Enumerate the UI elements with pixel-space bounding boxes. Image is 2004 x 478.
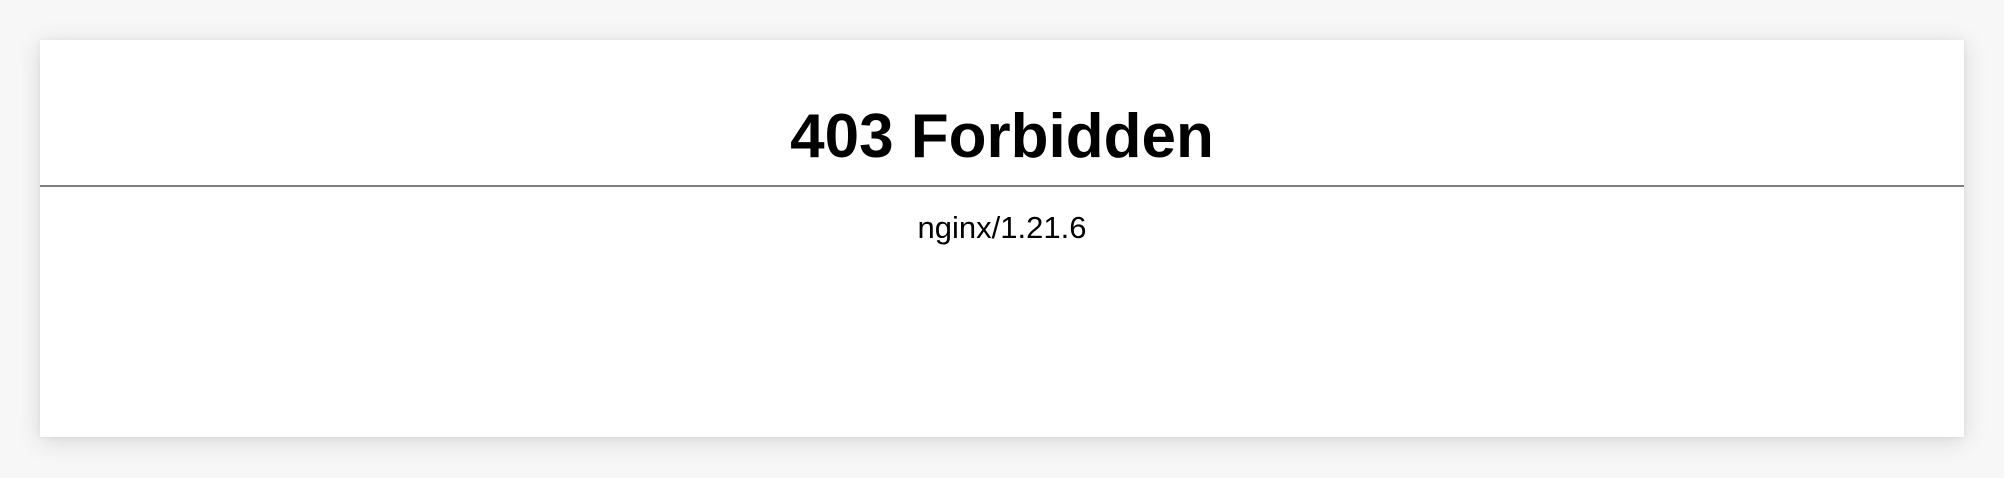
server-signature: nginx/1.21.6 [917,210,1087,245]
browser-content-area: 403 Forbidden nginx/1.21.6 [40,40,1964,437]
horizontal-rule [40,185,1964,187]
error-heading: 403 Forbidden [790,102,1214,171]
